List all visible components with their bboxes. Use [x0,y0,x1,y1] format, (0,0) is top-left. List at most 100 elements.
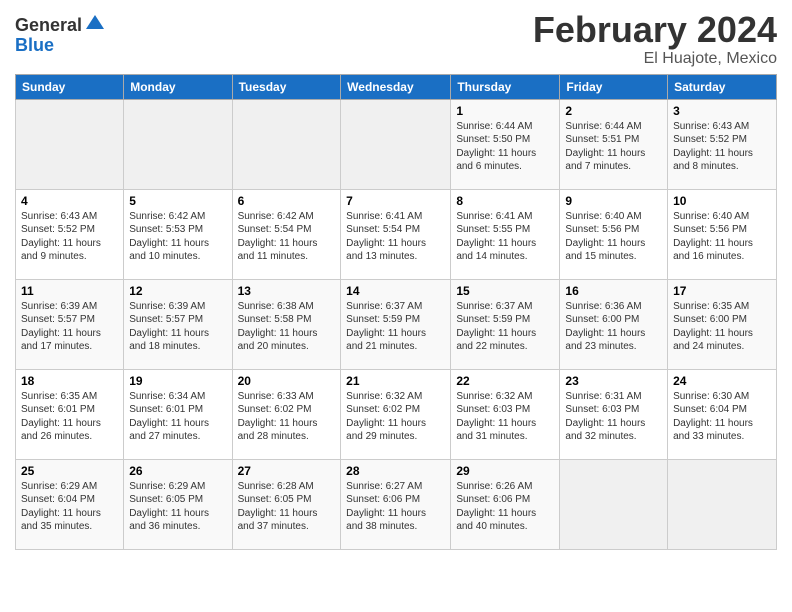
day-info: Sunrise: 6:44 AM Sunset: 5:50 PM Dayligh… [456,120,554,174]
table-row: 4 Sunrise: 6:43 AM Sunset: 5:52 PM Daylig… [16,189,124,279]
day-info: Sunrise: 6:33 AM Sunset: 6:02 PM Dayligh… [238,390,336,444]
day-info: Sunrise: 6:39 AM Sunset: 5:57 PM Dayligh… [21,300,118,354]
day-number: 20 [238,374,336,388]
day-number: 29 [456,464,554,478]
header-thursday: Thursday [451,74,560,99]
day-number: 6 [238,194,336,208]
day-info: Sunrise: 6:41 AM Sunset: 5:55 PM Dayligh… [456,210,554,264]
table-row: 7 Sunrise: 6:41 AM Sunset: 5:54 PM Daylig… [341,189,451,279]
day-number: 2 [565,104,662,118]
day-number: 16 [565,284,662,298]
day-info: Sunrise: 6:36 AM Sunset: 6:00 PM Dayligh… [565,300,662,354]
calendar-table: Sunday Monday Tuesday Wednesday Thursday… [15,74,777,550]
table-row: 9 Sunrise: 6:40 AM Sunset: 5:56 PM Daylig… [560,189,668,279]
table-row: 19 Sunrise: 6:34 AM Sunset: 6:01 PM Dayli… [124,369,232,459]
logo: General Blue [15,16,106,56]
month-title: February 2024 [533,10,777,50]
page-header: General Blue February 2024 El Huajote, M… [15,10,777,68]
table-row: 27 Sunrise: 6:28 AM Sunset: 6:05 PM Dayli… [232,459,341,549]
table-row: 8Sunrise: 6:41 AM Sunset: 5:55 PM Daylig… [451,189,560,279]
header-monday: Monday [124,74,232,99]
day-info: Sunrise: 6:35 AM Sunset: 6:00 PM Dayligh… [673,300,771,354]
day-number: 5 [129,194,226,208]
header-sunday: Sunday [16,74,124,99]
day-number: 23 [565,374,662,388]
day-number: 22 [456,374,554,388]
day-number: 27 [238,464,336,478]
calendar-week-row: 1 Sunrise: 6:44 AM Sunset: 5:50 PM Daylig… [16,99,777,189]
table-row: 25Sunrise: 6:29 AM Sunset: 6:04 PM Dayli… [16,459,124,549]
day-info: Sunrise: 6:42 AM Sunset: 5:53 PM Dayligh… [129,210,226,264]
table-row [560,459,668,549]
header-friday: Friday [560,74,668,99]
table-row: 20 Sunrise: 6:33 AM Sunset: 6:02 PM Dayli… [232,369,341,459]
day-number: 17 [673,284,771,298]
table-row [124,99,232,189]
day-number: 12 [129,284,226,298]
logo-blue-text: Blue [15,36,106,56]
day-info: Sunrise: 6:43 AM Sunset: 5:52 PM Dayligh… [21,210,118,264]
calendar-week-row: 18 Sunrise: 6:35 AM Sunset: 6:01 PM Dayli… [16,369,777,459]
day-number: 1 [456,104,554,118]
day-info: Sunrise: 6:26 AM Sunset: 6:06 PM Dayligh… [456,480,554,534]
day-info: Sunrise: 6:32 AM Sunset: 6:03 PM Dayligh… [456,390,554,444]
table-row [16,99,124,189]
day-info: Sunrise: 6:31 AM Sunset: 6:03 PM Dayligh… [565,390,662,444]
location-subtitle: El Huajote, Mexico [533,50,777,68]
day-number: 9 [565,194,662,208]
day-number: 11 [21,284,118,298]
table-row: 28 Sunrise: 6:27 AM Sunset: 6:06 PM Dayli… [341,459,451,549]
day-number: 24 [673,374,771,388]
table-row: 16 Sunrise: 6:36 AM Sunset: 6:00 PM Dayli… [560,279,668,369]
table-row: 6 Sunrise: 6:42 AM Sunset: 5:54 PM Daylig… [232,189,341,279]
table-row: 11 Sunrise: 6:39 AM Sunset: 5:57 PM Dayli… [16,279,124,369]
table-row: 2Sunrise: 6:44 AM Sunset: 5:51 PM Daylig… [560,99,668,189]
day-info: Sunrise: 6:30 AM Sunset: 6:04 PM Dayligh… [673,390,771,444]
logo-general-text: General [15,16,82,36]
day-info: Sunrise: 6:34 AM Sunset: 6:01 PM Dayligh… [129,390,226,444]
calendar-week-row: 25Sunrise: 6:29 AM Sunset: 6:04 PM Dayli… [16,459,777,549]
day-number: 14 [346,284,445,298]
table-row: 22 Sunrise: 6:32 AM Sunset: 6:03 PM Dayli… [451,369,560,459]
calendar-header-row: Sunday Monday Tuesday Wednesday Thursday… [16,74,777,99]
day-info: Sunrise: 6:35 AM Sunset: 6:01 PM Dayligh… [21,390,118,444]
day-info: Sunrise: 6:28 AM Sunset: 6:05 PM Dayligh… [238,480,336,534]
table-row: 3Sunrise: 6:43 AM Sunset: 5:52 PM Daylig… [668,99,777,189]
header-wednesday: Wednesday [341,74,451,99]
calendar-week-row: 11 Sunrise: 6:39 AM Sunset: 5:57 PM Dayli… [16,279,777,369]
table-row [341,99,451,189]
logo-triangle-icon [84,11,106,33]
day-number: 10 [673,194,771,208]
day-number: 26 [129,464,226,478]
table-row: 18 Sunrise: 6:35 AM Sunset: 6:01 PM Dayli… [16,369,124,459]
day-info: Sunrise: 6:40 AM Sunset: 5:56 PM Dayligh… [565,210,662,264]
day-number: 13 [238,284,336,298]
title-area: February 2024 El Huajote, Mexico [533,10,777,68]
day-number: 28 [346,464,445,478]
header-tuesday: Tuesday [232,74,341,99]
calendar-week-row: 4 Sunrise: 6:43 AM Sunset: 5:52 PM Daylig… [16,189,777,279]
day-number: 7 [346,194,445,208]
day-info: Sunrise: 6:40 AM Sunset: 5:56 PM Dayligh… [673,210,771,264]
table-row: 14 Sunrise: 6:37 AM Sunset: 5:59 PM Dayli… [341,279,451,369]
table-row: 21Sunrise: 6:32 AM Sunset: 6:02 PM Dayli… [341,369,451,459]
table-row: 12 Sunrise: 6:39 AM Sunset: 5:57 PM Dayli… [124,279,232,369]
day-info: Sunrise: 6:27 AM Sunset: 6:06 PM Dayligh… [346,480,445,534]
day-number: 19 [129,374,226,388]
table-row: 10 Sunrise: 6:40 AM Sunset: 5:56 PM Dayli… [668,189,777,279]
day-info: Sunrise: 6:37 AM Sunset: 5:59 PM Dayligh… [346,300,445,354]
day-number: 4 [21,194,118,208]
day-info: Sunrise: 6:29 AM Sunset: 6:05 PM Dayligh… [129,480,226,534]
table-row [232,99,341,189]
day-info: Sunrise: 6:38 AM Sunset: 5:58 PM Dayligh… [238,300,336,354]
day-info: Sunrise: 6:43 AM Sunset: 5:52 PM Dayligh… [673,120,771,174]
header-saturday: Saturday [668,74,777,99]
day-number: 18 [21,374,118,388]
table-row: 29 Sunrise: 6:26 AM Sunset: 6:06 PM Dayli… [451,459,560,549]
table-row: 24 Sunrise: 6:30 AM Sunset: 6:04 PM Dayli… [668,369,777,459]
day-info: Sunrise: 6:42 AM Sunset: 5:54 PM Dayligh… [238,210,336,264]
day-info: Sunrise: 6:37 AM Sunset: 5:59 PM Dayligh… [456,300,554,354]
table-row: 13 Sunrise: 6:38 AM Sunset: 5:58 PM Dayli… [232,279,341,369]
day-info: Sunrise: 6:39 AM Sunset: 5:57 PM Dayligh… [129,300,226,354]
day-info: Sunrise: 6:41 AM Sunset: 5:54 PM Dayligh… [346,210,445,264]
